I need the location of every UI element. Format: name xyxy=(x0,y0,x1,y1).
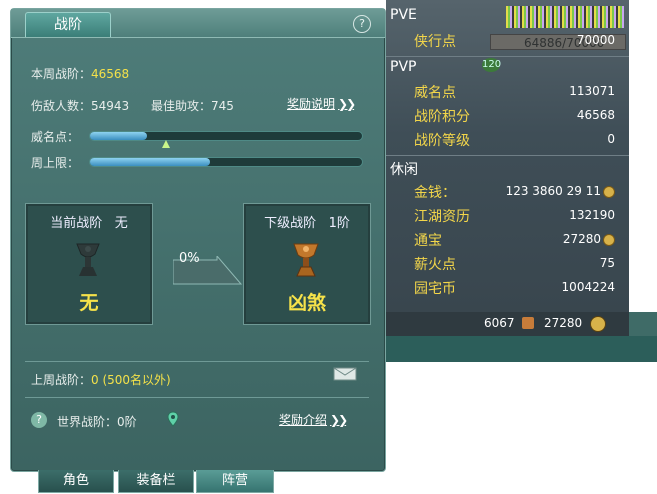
current-rank-name: 无 xyxy=(79,292,99,314)
weekly-cap-bar xyxy=(89,157,363,167)
stat-value: 0 xyxy=(607,132,615,146)
trophy-dark-icon xyxy=(76,243,100,276)
tab-character[interactable]: 角色 xyxy=(38,470,114,493)
stat-label: 侠行点 xyxy=(414,34,456,50)
divider xyxy=(25,397,369,398)
currency-footer: 6067 27280 xyxy=(386,312,629,336)
game-background-edge xyxy=(629,312,657,336)
location-pin-icon[interactable] xyxy=(167,411,179,427)
prestige-label: 威名点： xyxy=(31,130,80,144)
current-rank-label: 本周战阶： xyxy=(31,67,92,81)
footer-left-value: 6067 xyxy=(484,316,515,330)
rank-panel: 战阶 ? 本周战阶：46568 伤敌人数：54943 最佳助攻：745 奖励说明… xyxy=(10,8,386,472)
stat-value: 46568 xyxy=(576,108,615,122)
stat-label: 战阶等级 xyxy=(414,133,470,149)
reward-info-label: 奖励说明 xyxy=(287,97,336,111)
stats-panel: 64886/70000 120 PVE 侠行点 70000 PVP 威名点 11… xyxy=(386,0,629,336)
leisure-header: 休闲 xyxy=(390,162,418,178)
double-chevron-right-icon: ❯❯ xyxy=(338,97,356,111)
reward-info-link[interactable]: 奖励说明 ❯❯ xyxy=(287,95,356,112)
next-rank-caption: 下级战阶 1阶 xyxy=(264,216,350,231)
kills-text: 伤敌人数：54943 xyxy=(31,99,130,113)
money-value: 123 3860 29 11 xyxy=(506,184,615,198)
current-rank-box: 当前战阶 无 无 xyxy=(25,203,153,325)
buff-strip xyxy=(506,6,624,28)
stat-label: 薪火点 xyxy=(414,257,456,273)
double-chevron-right-icon: ❯❯ xyxy=(330,413,348,427)
panel-header: 战阶 ? xyxy=(11,9,385,38)
prestige-bar-fill xyxy=(90,132,148,140)
current-rank-caption: 当前战阶 无 xyxy=(50,216,128,231)
pvp-header: PVP xyxy=(390,59,417,75)
weekly-cap-label: 周上限： xyxy=(31,156,80,170)
stat-value: 1004224 xyxy=(561,280,615,294)
mail-icon[interactable] xyxy=(333,367,357,381)
tab-equipment[interactable]: 装备栏 xyxy=(118,470,194,493)
pve-header: PVE xyxy=(390,7,417,23)
assist-text: 最佳助攻：745 xyxy=(151,99,234,113)
next-rank-name: 凶煞 xyxy=(287,292,326,314)
stat-value: 113071 xyxy=(569,84,615,98)
coin-icon xyxy=(603,233,615,246)
progress-percent: 0% xyxy=(179,251,200,266)
stat-label: 战阶积分 xyxy=(414,109,470,125)
book-icon xyxy=(522,317,534,329)
reward-intro-label: 奖励介绍 xyxy=(279,413,328,427)
reward-intro-link[interactable]: 奖励介绍 ❯❯ xyxy=(279,411,348,428)
level-badge: 120 xyxy=(482,58,502,72)
coin-icon xyxy=(590,316,606,332)
stat-value: 70000 xyxy=(576,33,615,47)
divider xyxy=(25,361,369,362)
stat-label: 通宝 xyxy=(414,233,442,249)
tab-rank[interactable]: 战阶 xyxy=(25,12,111,37)
current-rank-value: 46568 xyxy=(91,67,130,81)
last-week-row: 上周战阶：0 (500名以外) xyxy=(31,371,171,388)
tongbao-value: 27280 xyxy=(563,232,615,246)
stat-label: 园宅币 xyxy=(414,281,456,297)
footer-right-value: 27280 xyxy=(544,316,583,330)
stat-label: 江湖资历 xyxy=(414,209,470,225)
tab-faction[interactable]: 阵营 xyxy=(196,470,274,493)
coin-icon xyxy=(603,185,615,198)
next-rank-box: 下级战阶 1阶 凶煞 xyxy=(243,203,371,325)
stat-label: 金钱： xyxy=(414,185,456,201)
prestige-bar xyxy=(89,131,363,141)
prestige-marker-icon xyxy=(162,140,170,148)
trophy-bronze-icon xyxy=(293,243,319,277)
current-rank-row: 本周战阶：46568 xyxy=(31,65,129,82)
divider xyxy=(386,155,629,156)
weekly-cap-bar-fill xyxy=(90,158,210,166)
last-week-value: 0 (500名以外) xyxy=(91,373,171,387)
stat-label: 威名点 xyxy=(414,85,456,101)
stat-value: 75 xyxy=(599,256,615,270)
stat-value: 132190 xyxy=(569,208,615,222)
help-icon[interactable]: ? xyxy=(353,15,371,33)
divider xyxy=(386,56,629,57)
game-background-strip xyxy=(386,336,657,362)
last-week-label: 上周战阶： xyxy=(31,373,92,387)
world-rank-label: 世界战阶：0阶 xyxy=(57,415,137,429)
world-rank-help-icon[interactable]: ? xyxy=(31,412,47,428)
